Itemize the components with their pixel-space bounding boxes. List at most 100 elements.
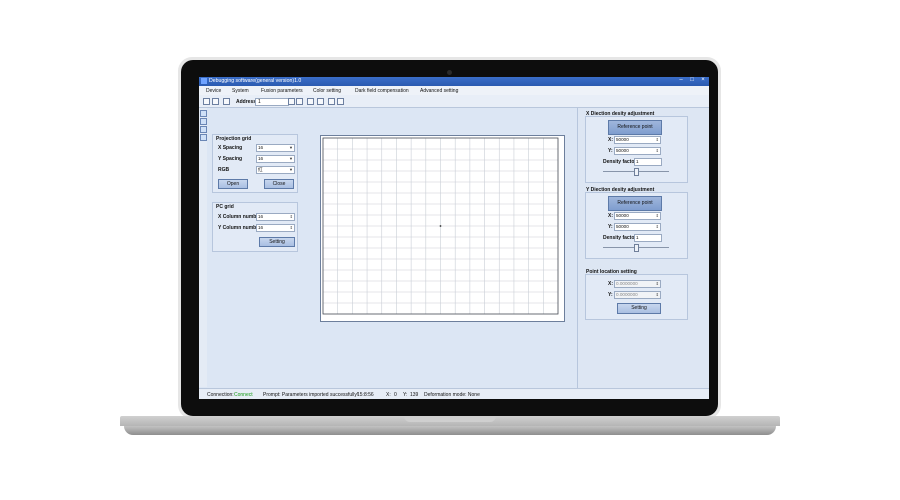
spin-arrows-icon[interactable]: ⇕ bbox=[656, 213, 659, 219]
refresh-icon[interactable] bbox=[223, 98, 230, 105]
x-spacing-select[interactable]: 16 ▼ bbox=[256, 144, 295, 152]
x-column-stepper[interactable]: 16 ⇕ bbox=[256, 213, 295, 221]
x-column-label: X Column number bbox=[218, 214, 262, 220]
y-density-x-label: X: bbox=[608, 213, 613, 219]
projection-grid-group: Projection grid X Spacing 16 ▼ Y Spacing… bbox=[212, 134, 298, 193]
y-spacing-select[interactable]: 16 ▼ bbox=[256, 155, 295, 163]
x-density-y-label: Y: bbox=[608, 148, 613, 154]
left-tool-strip bbox=[199, 108, 207, 387]
tool-grid-icon[interactable] bbox=[200, 110, 207, 117]
point-x-stepper[interactable]: 0.0000000 ⇕ bbox=[614, 280, 661, 288]
y-column-value: 16 bbox=[258, 225, 264, 230]
y-density-group: Reference point selection X: 50000 ⇕ Y: … bbox=[585, 192, 688, 259]
point-y-stepper[interactable]: 0.0000000 ⇕ bbox=[614, 291, 661, 299]
y-column-label: Y Column number bbox=[218, 225, 261, 231]
y-coord-label: Y: bbox=[403, 392, 408, 398]
x-density-x-stepper[interactable]: 50000 ⇕ bbox=[614, 136, 661, 144]
x-density-x-value: 50000 bbox=[616, 137, 629, 142]
status-bar: Connection: Connect Prompt: Parameters i… bbox=[199, 388, 709, 399]
tool-view-icon[interactable] bbox=[200, 134, 207, 141]
menu-dark-field-compensation[interactable]: Dark field compensation bbox=[355, 88, 409, 94]
menu-device[interactable]: Device bbox=[206, 88, 221, 94]
y-reference-point-button[interactable]: Reference point selection bbox=[608, 196, 662, 219]
y-density-factor-input[interactable]: 1 bbox=[634, 234, 662, 242]
y-density-x-stepper[interactable]: 50000 ⇕ bbox=[614, 212, 661, 220]
x-density-factor-label: Density factor bbox=[603, 159, 637, 165]
maximize-icon[interactable]: □ bbox=[688, 77, 696, 84]
x-spacing-label: X Spacing bbox=[218, 145, 243, 151]
menu-system[interactable]: System bbox=[232, 88, 249, 94]
prompt-text: Prompt: Parameters imported successfully… bbox=[263, 392, 359, 398]
move-icon[interactable] bbox=[212, 98, 219, 105]
app-icon bbox=[201, 78, 207, 84]
toolbar: Address 1 bbox=[199, 95, 709, 108]
y-density-factor-label: Density factor bbox=[603, 235, 637, 241]
close-icon[interactable]: × bbox=[699, 77, 707, 84]
save-icon[interactable] bbox=[337, 98, 344, 105]
point-setting-button[interactable]: Setting bbox=[617, 303, 661, 314]
y-density-slider-thumb[interactable] bbox=[634, 244, 639, 252]
y-density-y-stepper[interactable]: 50000 ⇕ bbox=[614, 223, 661, 231]
pc-grid-title: PC grid bbox=[216, 204, 234, 210]
minimize-icon[interactable]: – bbox=[677, 77, 685, 84]
spin-arrows-icon[interactable]: ⇕ bbox=[290, 214, 293, 220]
close-button[interactable]: Close bbox=[264, 179, 294, 189]
projection-canvas[interactable] bbox=[320, 135, 565, 322]
spin-arrows-icon[interactable]: ⇕ bbox=[656, 292, 659, 298]
point-x-label: X: bbox=[608, 281, 613, 287]
undo-icon[interactable] bbox=[307, 98, 314, 105]
x-coord-label: X: bbox=[386, 392, 391, 398]
redo-icon[interactable] bbox=[317, 98, 324, 105]
rgb-label: RGB bbox=[218, 167, 230, 173]
menu-advanced-setting[interactable]: Advanced setting bbox=[420, 88, 458, 94]
connection-label: Connection: bbox=[207, 392, 234, 398]
x-density-x-label: X: bbox=[608, 137, 613, 143]
menu-bar: Device System Fusion parameters Color se… bbox=[199, 86, 709, 95]
connection-status: Connect bbox=[234, 392, 253, 398]
spin-arrows-icon[interactable]: ⇕ bbox=[656, 281, 659, 287]
x-density-y-value: 50000 bbox=[616, 148, 629, 153]
point-y-label: Y: bbox=[608, 292, 613, 298]
point-x-value: 0.0000000 bbox=[616, 281, 638, 286]
spin-arrows-icon[interactable]: ⇕ bbox=[656, 224, 659, 230]
disconnect-icon[interactable] bbox=[296, 98, 303, 105]
rgb-select[interactable]: 红 ▼ bbox=[256, 166, 295, 174]
y-coord-value: 139 bbox=[410, 392, 419, 398]
address-select[interactable]: 1 bbox=[255, 98, 289, 106]
laptop-base-lip bbox=[124, 426, 776, 435]
right-panel: X Diection desity adjustment Reference p… bbox=[577, 108, 709, 388]
window-controls: – □ × bbox=[677, 77, 707, 84]
spin-arrows-icon[interactable]: ⇕ bbox=[656, 148, 659, 154]
webcam bbox=[447, 70, 452, 75]
export-icon[interactable] bbox=[328, 98, 335, 105]
tool-zoom-icon[interactable] bbox=[200, 126, 207, 133]
y-spacing-value: 16 bbox=[258, 156, 264, 161]
x-density-y-stepper[interactable]: 50000 ⇕ bbox=[614, 147, 661, 155]
app-window: Debugging software(general version)1.0 –… bbox=[199, 77, 709, 399]
address-label: Address bbox=[236, 99, 257, 105]
x-density-slider-thumb[interactable] bbox=[634, 168, 639, 176]
menu-color-setting[interactable]: Color setting bbox=[313, 88, 341, 94]
y-column-stepper[interactable]: 16 ⇕ bbox=[256, 224, 295, 232]
open-button[interactable]: Open bbox=[218, 179, 248, 189]
pc-grid-setting-button[interactable]: Setting bbox=[259, 237, 295, 247]
x-coord-value: 0 bbox=[394, 392, 397, 398]
chevron-down-icon: ▼ bbox=[289, 145, 293, 150]
spin-arrows-icon[interactable]: ⇕ bbox=[290, 225, 293, 231]
deformation-mode: Deformation mode: None bbox=[424, 392, 480, 398]
x-density-factor-input[interactable]: 1 bbox=[634, 158, 662, 166]
y-density-x-value: 50000 bbox=[616, 213, 629, 218]
chevron-down-icon: ▼ bbox=[289, 167, 293, 172]
tool-page-icon[interactable] bbox=[200, 118, 207, 125]
pc-grid-group: PC grid X Column number 16 ⇕ Y Column nu… bbox=[212, 202, 298, 252]
y-spacing-label: Y Spacing bbox=[218, 156, 243, 162]
x-reference-point-button[interactable]: Reference point selection bbox=[608, 120, 662, 143]
spin-arrows-icon[interactable]: ⇕ bbox=[656, 137, 659, 143]
laptop-notch bbox=[404, 416, 496, 422]
menu-fusion-parameters[interactable]: Fusion parameters bbox=[261, 88, 303, 94]
print-icon[interactable] bbox=[203, 98, 210, 105]
connect-icon[interactable] bbox=[288, 98, 295, 105]
chevron-down-icon: ▼ bbox=[289, 156, 293, 161]
x-column-value: 16 bbox=[258, 214, 264, 219]
status-time: 15:8:56 bbox=[357, 392, 374, 398]
